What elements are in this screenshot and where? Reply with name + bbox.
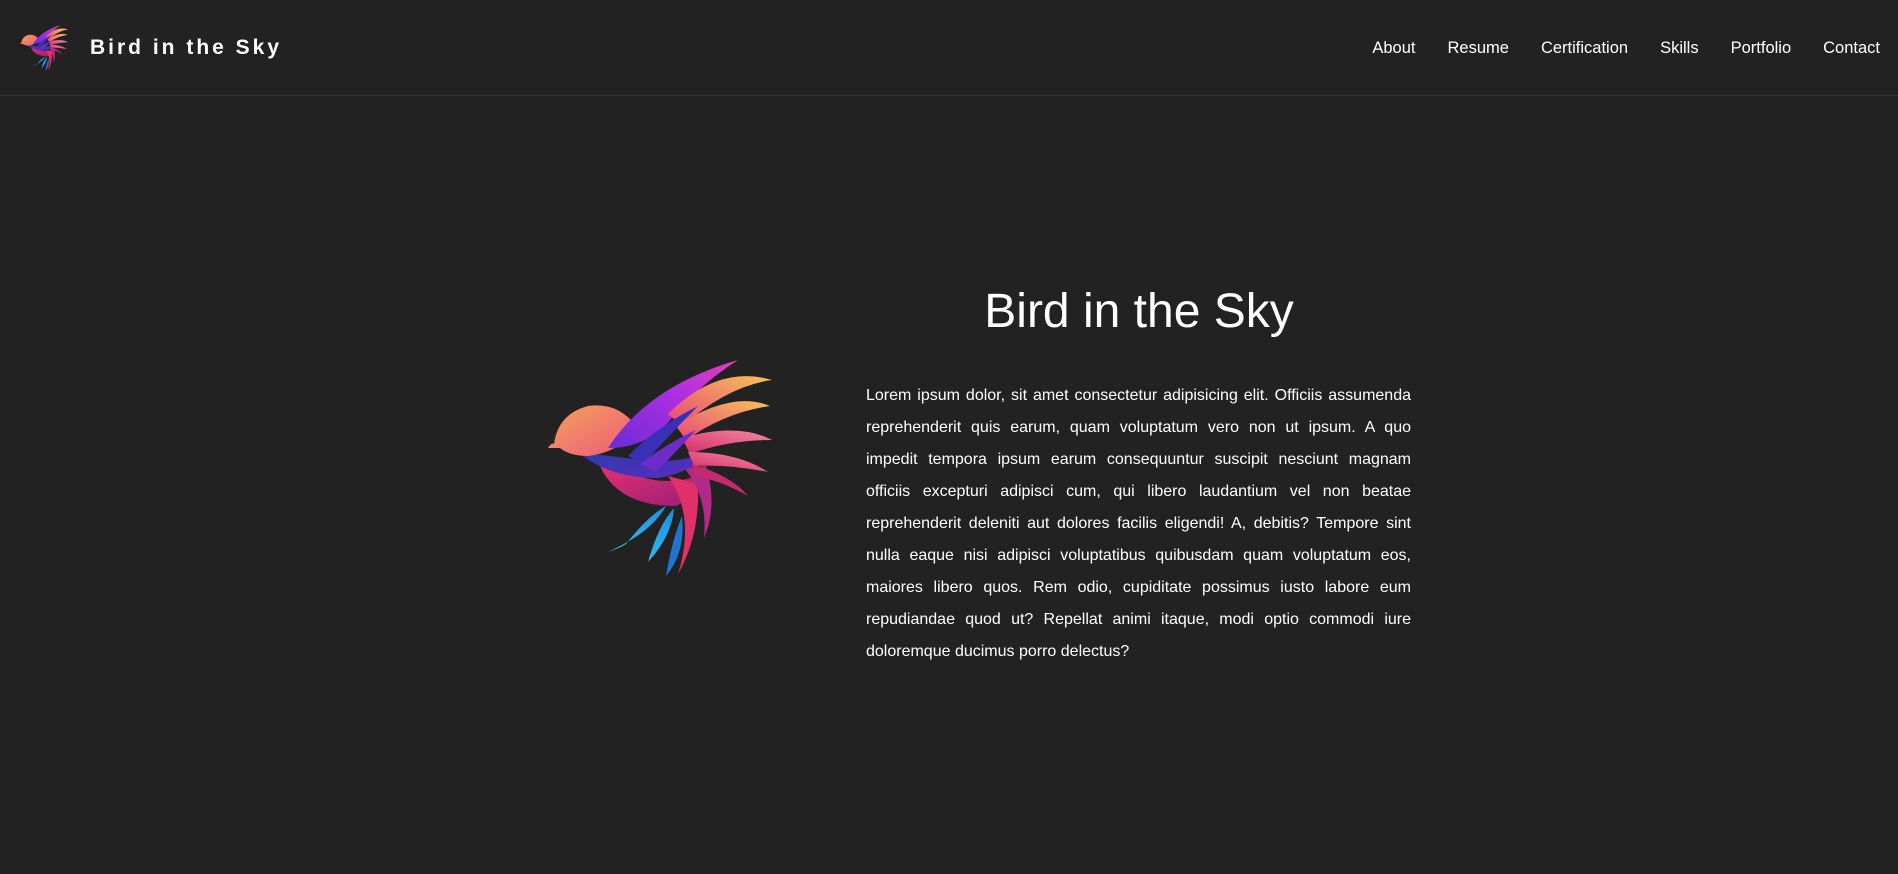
brand-name: Bird in the Sky	[90, 35, 283, 59]
nav-item-contact: Contact	[1823, 39, 1880, 58]
top-navbar: Bird in the Sky About Resume Certificati…	[0, 0, 1898, 96]
bird-illustration-icon	[548, 356, 772, 578]
bird-logo-icon	[20, 24, 68, 72]
nav-item-portfolio: Portfolio	[1731, 39, 1792, 58]
nav-link-skills[interactable]: Skills	[1660, 39, 1699, 57]
nav-item-skills: Skills	[1660, 39, 1699, 58]
nav-link-certification[interactable]: Certification	[1541, 39, 1628, 57]
nav-item-certification: Certification	[1541, 39, 1628, 58]
nav-menu: About Resume Certification Skills Portfo…	[1372, 0, 1880, 96]
hero-paragraph: Lorem ipsum dolor, sit amet consectetur …	[866, 387, 1411, 660]
nav-item-about: About	[1372, 39, 1415, 58]
nav-link-contact[interactable]: Contact	[1823, 39, 1880, 57]
hero-title: Bird in the Sky	[984, 285, 1294, 338]
nav-item-resume: Resume	[1448, 39, 1509, 58]
nav-link-portfolio[interactable]: Portfolio	[1731, 39, 1792, 57]
nav-link-resume[interactable]: Resume	[1448, 39, 1509, 57]
brand-link[interactable]: Bird in the Sky	[20, 24, 282, 72]
nav-link-about[interactable]: About	[1372, 39, 1415, 57]
